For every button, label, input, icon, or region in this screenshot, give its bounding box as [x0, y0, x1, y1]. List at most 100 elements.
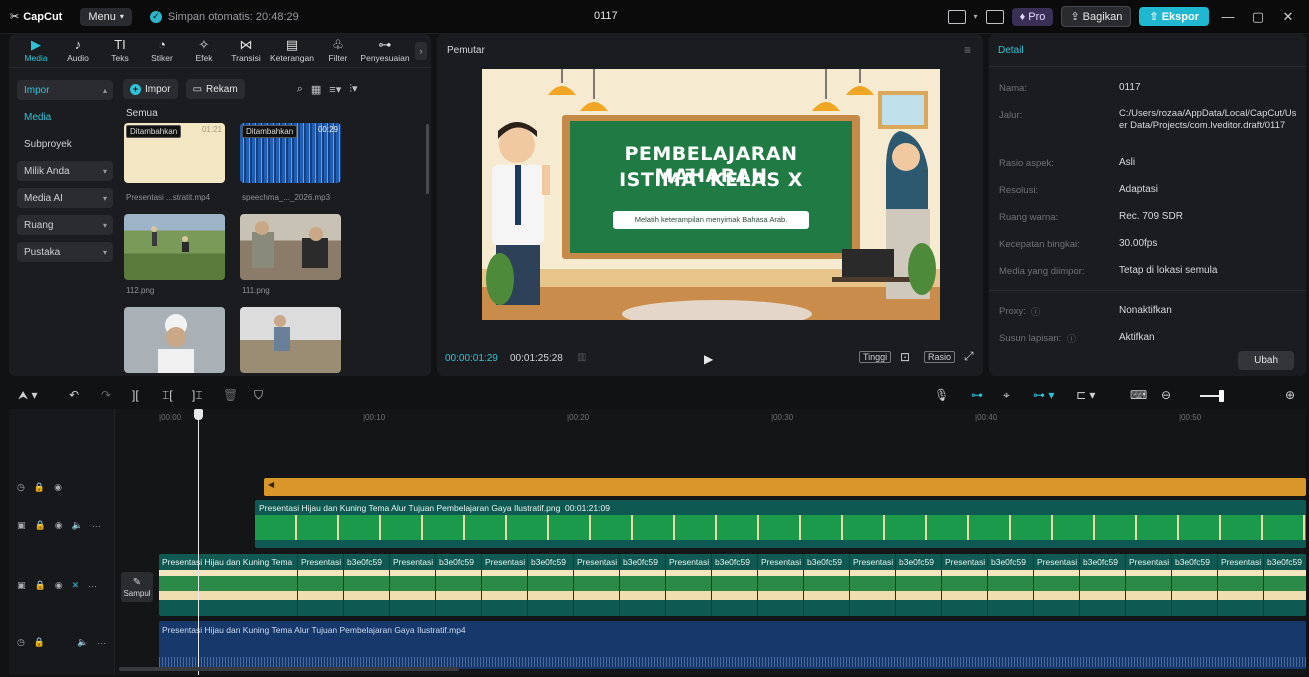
eye-icon[interactable]: ◉	[55, 580, 63, 591]
filter-icon[interactable]: ⫶▾	[349, 82, 357, 96]
tab-captions[interactable]: ▤ Keterangan	[267, 38, 317, 63]
preview-axis-icon[interactable]: ⊏ ▾	[1076, 388, 1095, 402]
close-icon[interactable]: ✕	[1277, 9, 1299, 25]
clip-segment[interactable]: b3e0fc59	[1079, 554, 1125, 616]
sidebar-item-subproject[interactable]: Subproyek	[17, 134, 113, 154]
clip-segment[interactable]: Presentasi	[1033, 554, 1079, 616]
clip-segment[interactable]: Presentasi	[1125, 554, 1171, 616]
preview-canvas[interactable]: PEMBELAJARAN MAHARAH ISTIMĀ' KELAS X Mel…	[482, 69, 940, 320]
grid-view-icon[interactable]: ▦	[311, 83, 321, 96]
clip-segment[interactable]: Presentasi Hijau dan Kuning Tema	[159, 554, 297, 616]
clip-segment[interactable]: Presentasi	[389, 554, 435, 616]
expand-icon[interactable]: ⤢	[964, 349, 974, 364]
split-left-icon[interactable]: ⌶[	[162, 388, 173, 403]
main-video-clip[interactable]: Presentasi Hijau dan Kuning Tema Presenta…	[159, 554, 1306, 616]
playhead[interactable]	[198, 409, 199, 675]
clip-segment[interactable]: Presentasi	[757, 554, 803, 616]
more-icon[interactable]: ···	[92, 521, 101, 531]
media-item-image[interactable]	[240, 214, 341, 280]
link-icon[interactable]: ⊶	[971, 388, 983, 402]
redo-icon[interactable]: ↷	[101, 388, 111, 402]
timeline-scrollbar[interactable]	[119, 667, 459, 671]
lock-icon[interactable]: 🔒	[34, 482, 45, 493]
sort-icon[interactable]: ≡▾	[329, 83, 341, 96]
layout-icon[interactable]	[947, 9, 966, 24]
import-button[interactable]: + Impor	[123, 79, 178, 99]
sidebar-item-ai-media[interactable]: Media AI ▾	[17, 188, 113, 208]
more-icon[interactable]: ···	[97, 638, 106, 648]
record-button[interactable]: ▭ Rekam	[185, 79, 245, 99]
chevron-down-icon[interactable]: ▾	[974, 12, 978, 21]
media-item-image[interactable]	[124, 307, 225, 373]
sidebar-item-space[interactable]: Ruang ▾	[17, 215, 113, 235]
fullscreen-frame-icon[interactable]: ⊡	[900, 350, 910, 364]
search-icon[interactable]: ⌕	[297, 83, 303, 96]
lock-icon[interactable]: 🔒	[34, 637, 45, 648]
timer-icon[interactable]: ◷	[17, 637, 25, 648]
select-cursor-icon[interactable]: ⮝ ▾	[18, 388, 38, 403]
chevron-right-icon[interactable]: ›	[415, 42, 427, 60]
quality-button[interactable]: Tinggi	[859, 351, 892, 363]
clip-segment[interactable]: Presentasi	[1217, 554, 1263, 616]
clip-segment[interactable]: b3e0fc59	[619, 554, 665, 616]
media-item-video[interactable]: Ditambahkan 01:21	[124, 123, 225, 183]
ratio-button[interactable]: Rasio	[924, 351, 956, 363]
timer-icon[interactable]: ◷	[17, 482, 25, 493]
speaker-icon[interactable]: 🔈	[72, 520, 83, 531]
clip-segment[interactable]: Presentasi	[665, 554, 711, 616]
clip-segment[interactable]: b3e0fc59	[527, 554, 573, 616]
zoom-out-icon[interactable]: ⊖	[1161, 388, 1171, 402]
video-track-icon[interactable]: ▣	[17, 520, 26, 531]
clip-segment[interactable]: b3e0fc59	[895, 554, 941, 616]
tab-media[interactable]: ▶ Media	[15, 38, 57, 63]
tab-transitions[interactable]: ⋈ Transisi	[225, 38, 267, 63]
share-button[interactable]: ⇪ Bagikan	[1061, 6, 1132, 27]
sidebar-item-import[interactable]: Impor ▴	[17, 80, 113, 100]
minimize-icon[interactable]: —	[1217, 9, 1239, 24]
lock-icon[interactable]: 🔒	[35, 580, 46, 591]
video-track-icon[interactable]: ▣	[17, 580, 26, 591]
clip-segment[interactable]: b3e0fc59	[803, 554, 849, 616]
info-icon[interactable]: ⓘ	[1067, 332, 1076, 345]
tab-filter[interactable]: ♧ Filter	[317, 38, 359, 63]
edit-button[interactable]: Ubah	[1238, 351, 1294, 370]
sidebar-item-library[interactable]: Pustaka ▾	[17, 242, 113, 262]
clip-segment[interactable]: b3e0fc59	[1171, 554, 1217, 616]
tab-sticker[interactable]: ◔ Stiker	[141, 38, 183, 63]
zoom-in-icon[interactable]: ⊕	[1285, 388, 1295, 402]
cover-button[interactable]: ✎ Sampul	[121, 572, 153, 602]
timeline[interactable]: |00:00 |00:10 |00:20 |00:30 |00:40 |00:5…	[9, 409, 1306, 675]
menu-button[interactable]: Menu ▾	[80, 7, 132, 26]
media-item-image[interactable]	[124, 214, 225, 280]
export-button[interactable]: ⇧ Ekspor	[1139, 7, 1209, 26]
magnet-icon[interactable]: ⊶ ▾	[1033, 388, 1054, 402]
tab-effects[interactable]: ✧ Efek	[183, 38, 225, 63]
tab-adjustment[interactable]: ⊶ Penyesuaian	[359, 38, 411, 63]
split-icon[interactable]: ][	[132, 388, 139, 402]
clip-segment[interactable]: Presentasi	[849, 554, 895, 616]
shield-icon[interactable]: ⛉	[254, 388, 263, 403]
tab-audio[interactable]: ♪ Audio	[57, 38, 99, 63]
clip-segment[interactable]: b3e0fc59	[343, 554, 389, 616]
pro-button[interactable]: ♦ Pro	[1011, 7, 1054, 26]
menu-icon[interactable]: ≡	[964, 43, 971, 57]
clip-segment[interactable]: b3e0fc59	[1263, 554, 1306, 616]
snap-icon[interactable]: ⌖	[1003, 388, 1010, 403]
info-icon[interactable]: ⓘ	[1031, 305, 1040, 318]
media-item-audio[interactable]: Ditambahkan 00:29	[240, 123, 341, 183]
audio-clip[interactable]: ◀	[264, 478, 1306, 496]
more-icon[interactable]: ···	[88, 581, 97, 591]
eye-icon[interactable]: ◉	[54, 482, 62, 493]
sidebar-item-yours[interactable]: Milik Anda ▾	[17, 161, 113, 181]
image-clip[interactable]: Presentasi Hijau dan Kuning Tema Alur Tu…	[255, 500, 1306, 548]
close-icon[interactable]: ✕	[72, 580, 80, 591]
delete-icon[interactable]: 🗑	[223, 388, 238, 402]
clip-segment[interactable]: b3e0fc59	[435, 554, 481, 616]
lock-icon[interactable]: 🔒	[35, 520, 46, 531]
video-clip[interactable]: Presentasi Hijau dan Kuning Tema Alur Tu…	[159, 621, 1306, 669]
microphone-icon[interactable]: 🎙	[934, 388, 949, 402]
clip-segment[interactable]: Presentasi	[481, 554, 527, 616]
media-item-image[interactable]	[240, 307, 341, 373]
speaker-icon[interactable]: 🔈	[77, 637, 88, 648]
keyboard-icon[interactable]	[985, 9, 1004, 24]
